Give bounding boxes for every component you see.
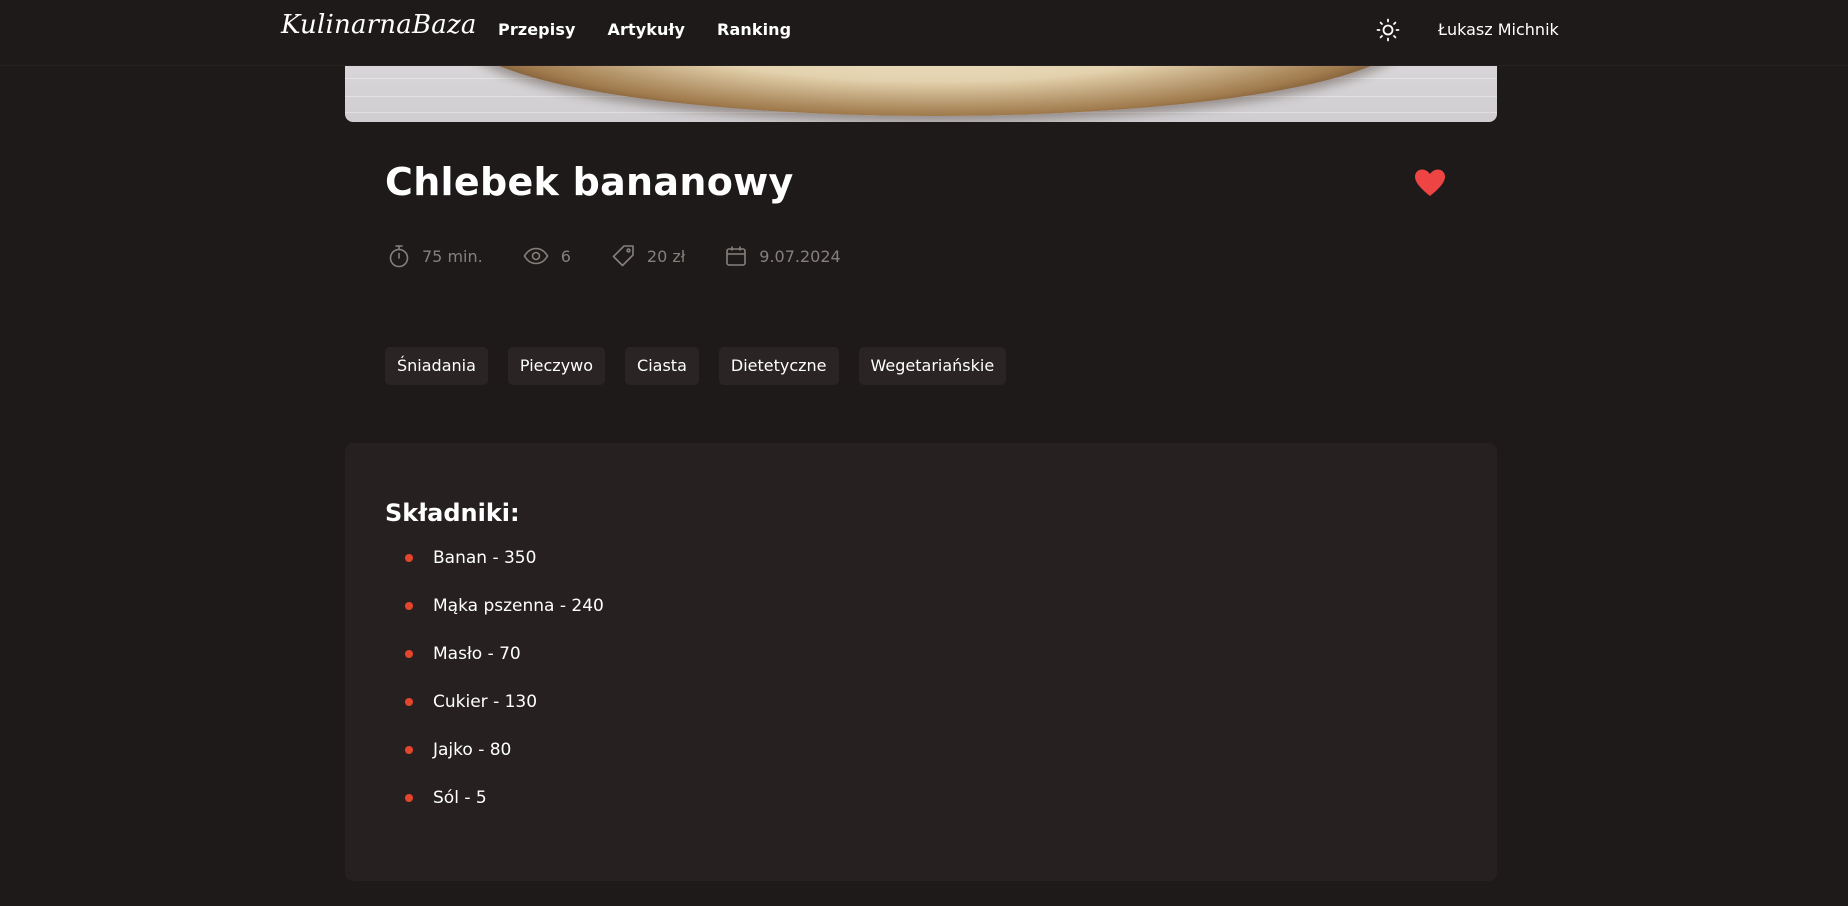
ingredients-card: Składniki: Banan - 350 Mąka pszenna - 24… [345, 443, 1497, 881]
tag-dietetyczne[interactable]: Dietetyczne [718, 347, 839, 385]
stopwatch-icon [389, 245, 409, 268]
ingredient-item: Masło - 70 [405, 642, 604, 690]
site-logo[interactable]: KulinarnaBaza [281, 10, 477, 40]
sun-icon[interactable] [1376, 18, 1400, 42]
recipe-tags: Śniadania Pieczywo Ciasta Dietetyczne We… [385, 347, 1026, 385]
meta-views-text: 6 [560, 246, 571, 266]
bullet-icon [405, 650, 413, 658]
bullet-icon [405, 602, 413, 610]
bullet-icon [405, 794, 413, 802]
nav-link-przepisy[interactable]: Przepisy [498, 20, 575, 39]
ingredient-item: Jajko - 80 [405, 738, 604, 786]
calendar-icon [726, 246, 747, 266]
tag-wegetarianskie[interactable]: Wegetariańskie [858, 347, 1007, 385]
main-nav: Przepisy Artykuły Ranking [498, 20, 823, 39]
ingredient-text: Jajko - 80 [433, 740, 512, 760]
tag-ciasta[interactable]: Ciasta [625, 347, 699, 385]
meta-price-text: 20 zł [646, 246, 686, 266]
bullet-icon [405, 554, 413, 562]
ingredient-item: Banan - 350 [405, 546, 604, 594]
meta-price: 20 zł [611, 244, 685, 268]
tag-pieczywo[interactable]: Pieczywo [507, 347, 606, 385]
ingredient-text: Banan - 350 [433, 548, 537, 568]
top-navbar: KulinarnaBaza Przepisy Artykuły Ranking … [0, 0, 1848, 66]
nav-link-artykuly[interactable]: Artykuły [607, 20, 685, 39]
recipe-hero-image [345, 66, 1497, 122]
meta-date-text: 9.07.2024 [759, 246, 841, 266]
ingredient-text: Masło - 70 [433, 644, 521, 664]
price-tag-icon [612, 245, 634, 267]
nav-link-ranking[interactable]: Ranking [717, 20, 791, 39]
eye-icon [523, 247, 549, 265]
meta-views: 6 [523, 247, 571, 266]
meta-date: 9.07.2024 [725, 245, 841, 267]
ingredient-item: Mąka pszenna - 240 [405, 594, 604, 642]
ingredient-text: Mąka pszenna - 240 [433, 596, 604, 616]
tag-sniadania[interactable]: Śniadania [385, 347, 488, 385]
ingredient-item: Sól - 5 [405, 786, 604, 834]
bread-plate-image [465, 66, 1405, 116]
bullet-icon [405, 746, 413, 754]
ingredient-text: Sól - 5 [433, 788, 487, 808]
ingredients-title: Składniki: [385, 499, 520, 527]
user-menu[interactable]: Łukasz Michnik [1438, 20, 1559, 39]
meta-time: 75 min. [388, 244, 483, 268]
ingredient-item: Cukier - 130 [405, 690, 604, 738]
recipe-title: Chlebek bananowy [385, 160, 794, 204]
recipe-meta: 75 min. 6 20 zł 9.07.2024 [388, 244, 881, 268]
ingredients-list: Banan - 350 Mąka pszenna - 240 Masło - 7… [405, 546, 604, 834]
bullet-icon [405, 698, 413, 706]
heart-icon[interactable] [1414, 168, 1446, 198]
meta-time-text: 75 min. [422, 246, 483, 266]
ingredient-text: Cukier - 130 [433, 692, 538, 712]
